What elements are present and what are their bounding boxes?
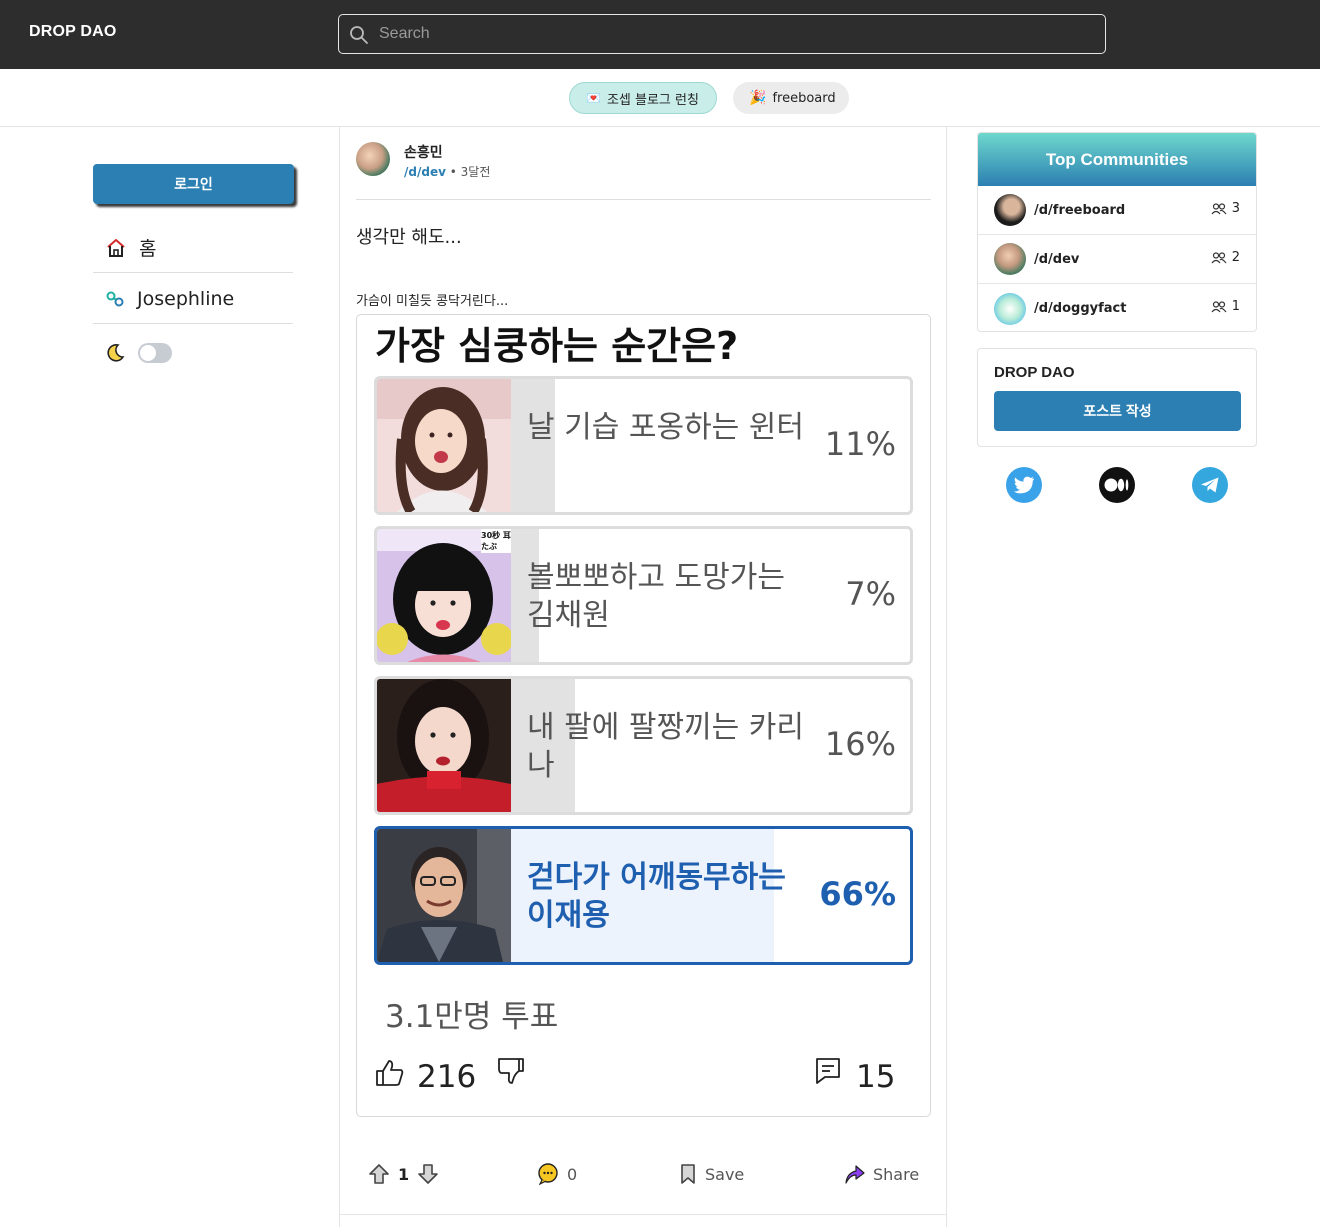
dropdao-card: DROP DAO 포스트 작성 xyxy=(977,348,1257,447)
top-communities-card: Top Communities /d/freeboard 3 /d/dev 2 xyxy=(977,132,1257,332)
poll-option-label: 볼뽀뽀하고 도망가는 김채원 xyxy=(527,560,785,633)
option-photo xyxy=(377,829,511,962)
speech-emoji-icon xyxy=(538,1163,558,1185)
save-label: Save xyxy=(705,1164,745,1184)
member-count: 1 xyxy=(1211,299,1240,314)
twitter-icon[interactable] xyxy=(1006,467,1042,503)
poll-option-1[interactable]: 날 기습 포옹하는 윈터 11% xyxy=(374,376,913,515)
poll-option-label: 내 팔에 팔짱끼는 카리나 xyxy=(527,710,805,783)
search-icon xyxy=(350,26,368,44)
chip-freeboard[interactable]: 🎉 freeboard xyxy=(733,82,849,114)
community-name: /d/freeboard xyxy=(1034,202,1126,218)
option-photo xyxy=(377,379,511,512)
community-row-dev[interactable]: /d/dev 2 xyxy=(978,235,1256,284)
save-button[interactable]: Save xyxy=(679,1163,744,1185)
photo-overlay-text: 30秒 耳たぶ xyxy=(481,531,511,551)
member-count: 3 xyxy=(1211,201,1240,216)
member-number: 2 xyxy=(1231,250,1240,265)
community-row-doggyfact[interactable]: /d/doggyfact 1 xyxy=(978,284,1256,331)
post-author[interactable]: 손흥민 xyxy=(404,142,443,162)
users-icon xyxy=(1211,251,1227,263)
top-communities-title: Top Communities xyxy=(978,133,1256,186)
community-avatar xyxy=(994,194,1026,226)
telegram-icon[interactable] xyxy=(1192,467,1228,503)
top-bar: DROP DAO xyxy=(0,0,1320,69)
post-action-bar: 1 0 Save Share xyxy=(356,1157,931,1197)
community-name: /d/dev xyxy=(1034,251,1080,267)
meta-separator: • xyxy=(449,165,461,179)
poll-option-4[interactable]: 걷다가 어깨동무하는 이재용 66% xyxy=(374,826,913,965)
author-avatar[interactable] xyxy=(356,142,390,176)
poll-option-3[interactable]: 내 팔에 팔짱끼는 카리나 16% xyxy=(374,676,913,815)
brand-logo[interactable]: DROP DAO xyxy=(29,23,117,41)
share-arrow-icon xyxy=(845,1165,865,1184)
like-count: 216 xyxy=(417,1059,477,1095)
post-title[interactable]: 생각만 해도... xyxy=(356,223,462,249)
poll-option-percent: 7% xyxy=(845,575,896,613)
link-icon xyxy=(106,291,124,306)
community-avatar xyxy=(994,243,1026,275)
chip-blog-launch[interactable]: 💌 조셉 블로그 런칭 xyxy=(569,82,717,114)
search-input[interactable] xyxy=(379,23,1079,45)
post-community-link[interactable]: /d/dev xyxy=(404,165,446,179)
post-column: 손흥민 /d/dev • 3달전 생각만 해도... 가슴이 미칠듯 콩닥거린다… xyxy=(339,127,947,1227)
chip-label: 조셉 블로그 런칭 xyxy=(606,92,699,108)
poll-option-percent: 11% xyxy=(824,425,896,463)
sidebar-item-label: Josephline xyxy=(137,287,235,310)
poll-option-2[interactable]: 30秒 耳たぶ 볼뽀뽀하고 도망가는 김채원 7% xyxy=(374,526,913,665)
share-button[interactable]: Share xyxy=(843,1163,919,1185)
theme-toggle-row xyxy=(104,342,172,364)
vote-group: 1 xyxy=(368,1163,439,1185)
post-time: 3달전 xyxy=(460,165,491,179)
post-meta: /d/dev • 3달전 xyxy=(404,163,490,180)
bookmark-icon xyxy=(681,1164,695,1184)
upvote-count: 1 xyxy=(398,1164,410,1184)
poll-question: 가장 심쿵하는 순간은? xyxy=(375,324,739,368)
sidebar-item-label: 홈 xyxy=(139,238,157,260)
member-count: 2 xyxy=(1211,250,1240,265)
member-number: 3 xyxy=(1231,201,1240,216)
thumbs-up-icon[interactable] xyxy=(375,1059,405,1087)
dropdao-title: DROP DAO xyxy=(994,364,1075,381)
poll-reaction-row: 216 15 xyxy=(375,1053,915,1103)
comment-icon[interactable] xyxy=(815,1057,841,1085)
comments-count: 0 xyxy=(567,1164,578,1184)
users-icon xyxy=(1211,300,1227,312)
home-icon xyxy=(107,238,125,257)
post-body: 가슴이 미칠듯 콩닥거린다... xyxy=(356,294,509,309)
option-photo xyxy=(377,679,511,812)
poll-vote-count: 3.1만명 투표 xyxy=(385,999,559,1035)
community-row-freeboard[interactable]: /d/freeboard 3 xyxy=(978,186,1256,235)
sidebar-item-josephline[interactable]: Josephline xyxy=(93,274,293,324)
poll-card: 가장 심쿵하는 순간은? 날 기습 포옹하는 윈터 11% 30秒 耳たぶ 볼뽀… xyxy=(356,314,931,1117)
member-number: 1 xyxy=(1231,299,1240,314)
option-photo: 30秒 耳たぶ xyxy=(377,529,513,662)
dark-mode-toggle[interactable] xyxy=(138,343,172,363)
users-icon xyxy=(1211,202,1227,214)
community-name: /d/doggyfact xyxy=(1034,301,1127,316)
divider xyxy=(340,1214,946,1215)
search-box[interactable] xyxy=(338,14,1106,54)
login-button[interactable]: 로그인 xyxy=(93,164,294,204)
upvote-icon[interactable] xyxy=(368,1163,390,1185)
divider xyxy=(356,199,931,200)
poll-option-percent: 16% xyxy=(824,725,896,763)
comment-count: 15 xyxy=(856,1059,896,1095)
poll-option-label: 날 기습 포옹하는 윈터 xyxy=(527,410,805,445)
write-post-button[interactable]: 포스트 작성 xyxy=(994,391,1241,431)
share-label: Share xyxy=(873,1164,920,1184)
poll-option-label: 걷다가 어깨동무하는 이재용 xyxy=(527,860,786,933)
chip-label: freeboard xyxy=(772,90,836,106)
party-popper-icon: 🎉 xyxy=(749,90,767,106)
community-chip-bar: 💌 조셉 블로그 런칭 🎉 freeboard xyxy=(0,69,1320,127)
thumbs-down-icon[interactable] xyxy=(497,1057,525,1085)
heart-letter-icon: 💌 xyxy=(586,91,601,105)
downvote-icon[interactable] xyxy=(417,1163,439,1185)
moon-icon xyxy=(107,344,125,362)
sidebar-item-home[interactable]: 홈 xyxy=(93,223,293,273)
comments-button[interactable]: 0 xyxy=(537,1163,577,1185)
poll-option-percent: 66% xyxy=(819,875,896,913)
community-avatar xyxy=(994,292,1026,325)
medium-icon[interactable] xyxy=(1099,467,1135,503)
